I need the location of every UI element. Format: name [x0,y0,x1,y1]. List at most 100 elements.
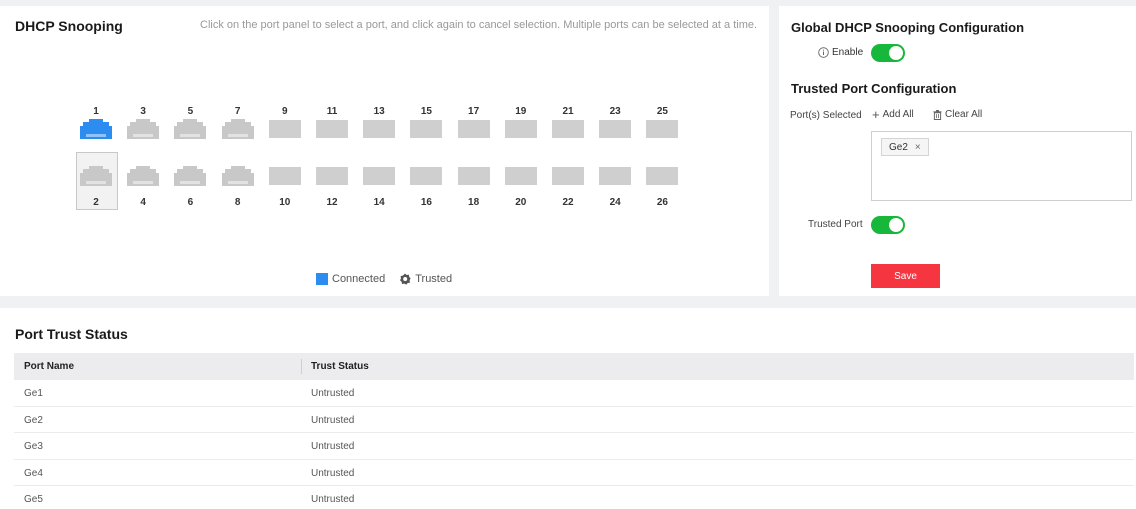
port-25[interactable] [646,119,679,139]
port-24[interactable] [599,166,632,186]
port-26[interactable] [646,166,679,186]
selection-hint: Click on the port panel to select a port… [200,19,758,31]
global-config-title: Global DHCP Snooping Configuration [791,20,1025,35]
port-number-label: 14 [373,197,385,208]
info-icon [818,47,829,58]
selected-ports-box[interactable]: Ge2 × [871,131,1132,201]
legend: Connected Trusted [316,273,452,285]
port-3[interactable] [127,119,160,139]
port-number-label: 4 [140,197,146,208]
trust-status-cell: Untrusted [311,441,355,452]
port-1[interactable] [80,119,112,139]
trusted-gear-icon [400,273,411,285]
dhcp-snooping-panel: DHCP Snooping Click on the port panel to… [0,6,769,296]
legend-trusted-label: Trusted [415,273,453,285]
col-trust-status: Trust Status [311,361,369,372]
port-20[interactable] [504,166,537,186]
port-10[interactable] [268,166,301,186]
port-number-label: 13 [373,106,385,117]
port-5[interactable] [174,119,207,139]
trust-status-cell: Untrusted [311,414,355,426]
save-button[interactable]: Save [871,264,940,288]
clear-all-button[interactable]: Clear All [933,109,982,120]
table-row: Ge3 Untrusted [14,433,1134,460]
connected-swatch [316,273,328,285]
port-name-cell: Ge4 [24,467,43,479]
port-9[interactable] [268,119,301,139]
table-row: Ge1 Untrusted [14,380,1134,407]
config-panel: Global DHCP Snooping Configuration Enabl… [779,6,1136,296]
add-all-button[interactable]: + Add All [872,106,914,122]
port-name-cell: Ge5 [24,494,43,505]
table-row: Ge4 Untrusted [14,460,1134,486]
port-tag-label: Ge2 [889,141,908,153]
port-number-label: 6 [187,197,194,208]
port-number-label: 17 [468,106,480,117]
trusted-config-title: Trusted Port Configuration [791,81,957,96]
trust-status-cell: Untrusted [311,494,355,505]
port-number-label: 18 [468,197,480,208]
port-number-label: 21 [562,106,574,117]
table-body: Ge1 Untrusted Ge2 Untrusted Ge3 Untrusted Ge4 U… [14,380,1134,509]
port-number-label: 20 [515,197,527,208]
port-7[interactable] [221,119,254,139]
port-name-cell: Ge1 [24,388,43,399]
trash-icon [933,109,942,120]
port-number-label: 7 [234,106,241,117]
port-name-cell: Ge3 [24,441,43,452]
add-all-label: Add All [882,109,914,120]
port-6[interactable] [174,166,207,186]
port-number-label: 8 [234,197,241,208]
port-number-label: 24 [609,197,621,208]
port-number-label: 12 [326,197,338,208]
port-number-label: 15 [420,106,432,117]
port-22[interactable] [552,166,584,186]
clear-all-label: Clear All [945,109,983,120]
port-number-label: 10 [279,197,291,208]
table-header: Port Name Trust Status [14,353,1134,380]
port-21[interactable] [552,119,584,139]
port-17[interactable] [457,119,490,139]
enable-toggle[interactable] [871,44,905,62]
port-8[interactable] [221,166,254,186]
port-number-label: 5 [187,106,194,117]
port-23[interactable] [599,119,632,139]
port-number-label: 11 [326,106,338,117]
port-number-label: 3 [140,106,146,117]
status-table: Port Name Trust Status Ge1 Untrusted Ge2 Un… [14,353,1134,509]
port-number-label: 9 [282,106,288,117]
port-number-label: 25 [656,106,668,117]
legend-connected-label: Connected [332,273,386,285]
port-number-label: 2 [93,197,99,208]
port-12[interactable] [316,166,348,186]
col-port-name: Port Name [24,361,75,372]
port-2[interactable] [80,166,112,186]
port-13[interactable] [363,119,396,139]
trust-status-cell: Untrusted [311,467,355,479]
table-row: Ge2 Untrusted [14,407,1134,433]
trusted-port-label: Trusted Port [808,219,863,230]
port-15[interactable] [410,119,443,139]
port-trust-status-panel: Port Trust Status Port Name Trust Status… [0,308,1136,509]
port-number-label: 16 [420,197,432,208]
port-14[interactable] [363,166,396,186]
port-18[interactable] [457,166,490,186]
port-number-label: 1 [93,106,99,117]
port-4[interactable] [127,166,160,186]
trusted-port-toggle[interactable] [871,216,905,234]
close-icon[interactable]: × [915,142,921,153]
trust-status-cell: Untrusted [311,388,355,399]
table-row: Ge5 Untrusted [14,486,1134,509]
plus-icon: + [872,106,880,122]
port-number-label: 22 [562,197,574,208]
port-11[interactable] [316,119,348,139]
port-16[interactable] [410,166,443,186]
status-title: Port Trust Status [15,326,128,342]
port-name-cell: Ge2 [24,414,43,426]
port-tag[interactable]: Ge2 × [881,138,929,156]
ports-selected-label: Port(s) Selected [790,110,862,121]
port-number-label: 19 [515,106,527,117]
port-number-label: 23 [609,106,621,117]
port-19[interactable] [504,119,537,139]
column-divider [301,359,302,374]
